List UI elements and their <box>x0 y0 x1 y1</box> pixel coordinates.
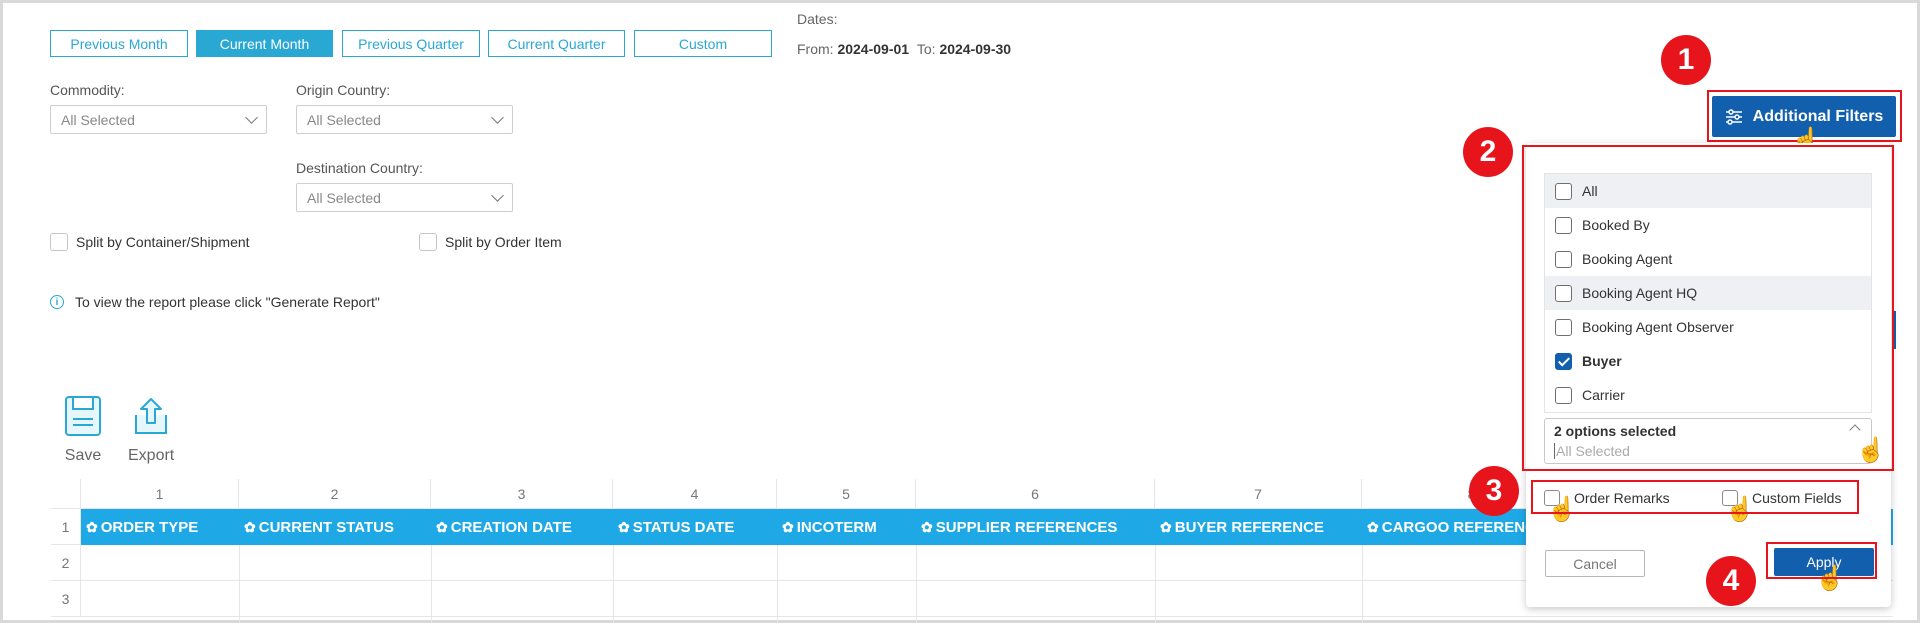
column-number: 6 <box>916 479 1155 509</box>
save-button[interactable]: Save <box>63 395 103 465</box>
row-number: 2 <box>51 545 81 581</box>
column-number: 3 <box>431 479 613 509</box>
info-icon: i <box>50 295 64 309</box>
origin-country-select[interactable]: All Selected <box>296 105 513 134</box>
info-message: i To view the report please click "Gener… <box>50 294 380 310</box>
gear-icon[interactable]: ✿ <box>921 519 933 536</box>
step-badge-1: 1 <box>1661 35 1711 85</box>
current-quarter-button[interactable]: Current Quarter <box>488 30 625 57</box>
previous-month-button[interactable]: Previous Month <box>50 30 188 57</box>
cancel-button[interactable]: Cancel <box>1545 550 1645 577</box>
grid-line <box>239 545 240 623</box>
grid-line <box>1155 545 1156 623</box>
to-label: To: <box>916 41 936 57</box>
grid-line <box>1362 545 1363 623</box>
commodity-select[interactable]: All Selected <box>50 105 267 134</box>
row-number: 1 <box>51 509 81 545</box>
gear-icon[interactable]: ✿ <box>618 519 630 536</box>
grid-line <box>777 545 778 623</box>
annotation-box-2 <box>1522 145 1894 471</box>
origin-country-label: Origin Country: <box>296 82 391 98</box>
grid-line <box>916 545 917 623</box>
grid-line <box>431 545 432 623</box>
grid-line <box>613 545 614 623</box>
destination-country-value: All Selected <box>307 189 381 206</box>
corner-cell <box>51 479 81 509</box>
row-number: 3 <box>51 581 81 617</box>
column-header[interactable]: ✿ BUYER REFERENCE <box>1155 509 1362 545</box>
gear-icon[interactable]: ✿ <box>86 519 98 536</box>
export-label: Export <box>128 447 175 464</box>
annotation-box-4 <box>1766 542 1877 579</box>
export-icon <box>135 398 168 434</box>
commodity-label: Commodity: <box>50 82 125 98</box>
gear-icon[interactable]: ✿ <box>782 519 794 536</box>
chevron-down-icon <box>245 110 258 124</box>
export-button[interactable]: Export <box>128 395 174 465</box>
gear-icon[interactable]: ✿ <box>244 519 256 536</box>
split-order-item-label: Split by Order Item <box>445 234 562 250</box>
column-number: 5 <box>777 479 916 509</box>
from-label: From: <box>797 41 834 57</box>
from-date: 2024-09-01 <box>837 41 910 57</box>
column-number: 1 <box>81 479 239 509</box>
column-number: 2 <box>239 479 431 509</box>
chevron-down-icon <box>491 188 504 202</box>
to-date: 2024-09-30 <box>939 41 1012 57</box>
previous-quarter-button[interactable]: Previous Quarter <box>342 30 480 57</box>
report-page: Previous Month Current Month Previous Qu… <box>0 0 1920 623</box>
annotation-box-3 <box>1531 480 1859 514</box>
save-label: Save <box>64 447 102 464</box>
dates-title: Dates: <box>797 11 838 27</box>
gear-icon[interactable]: ✿ <box>1367 519 1379 536</box>
origin-country-value: All Selected <box>307 111 381 128</box>
step-badge-3: 3 <box>1469 466 1519 516</box>
split-order-item-checkbox[interactable]: Split by Order Item <box>419 233 562 251</box>
column-header[interactable]: ✿ ORDER TYPE <box>81 509 239 545</box>
destination-country-label: Destination Country: <box>296 160 423 176</box>
split-container-checkbox[interactable]: Split by Container/Shipment <box>50 233 250 251</box>
checkbox-icon <box>50 233 68 251</box>
column-number: 7 <box>1155 479 1362 509</box>
checkbox-icon <box>419 233 437 251</box>
column-header[interactable]: ✿ STATUS DATE <box>613 509 777 545</box>
gear-icon[interactable]: ✿ <box>1160 519 1172 536</box>
split-container-label: Split by Container/Shipment <box>76 234 250 250</box>
step-badge-4: 4 <box>1706 556 1756 606</box>
column-header[interactable]: ✿ CREATION DATE <box>431 509 613 545</box>
step-badge-2: 2 <box>1463 127 1513 177</box>
column-number: 4 <box>613 479 777 509</box>
save-icon <box>65 396 101 436</box>
commodity-value: All Selected <box>61 111 135 128</box>
column-header[interactable]: ✿ SUPPLIER REFERENCES <box>916 509 1155 545</box>
gear-icon[interactable]: ✿ <box>436 519 448 536</box>
custom-range-button[interactable]: Custom <box>634 30 772 57</box>
current-month-button[interactable]: Current Month <box>196 30 333 57</box>
info-text: To view the report please click "Generat… <box>75 294 380 310</box>
chevron-down-icon <box>491 110 504 124</box>
column-header[interactable]: ✿ INCOTERM <box>777 509 916 545</box>
destination-country-select[interactable]: All Selected <box>296 183 513 212</box>
date-range-display: From: 2024-09-01 To: 2024-09-30 <box>797 41 1011 57</box>
column-header[interactable]: ✿ CURRENT STATUS <box>239 509 431 545</box>
